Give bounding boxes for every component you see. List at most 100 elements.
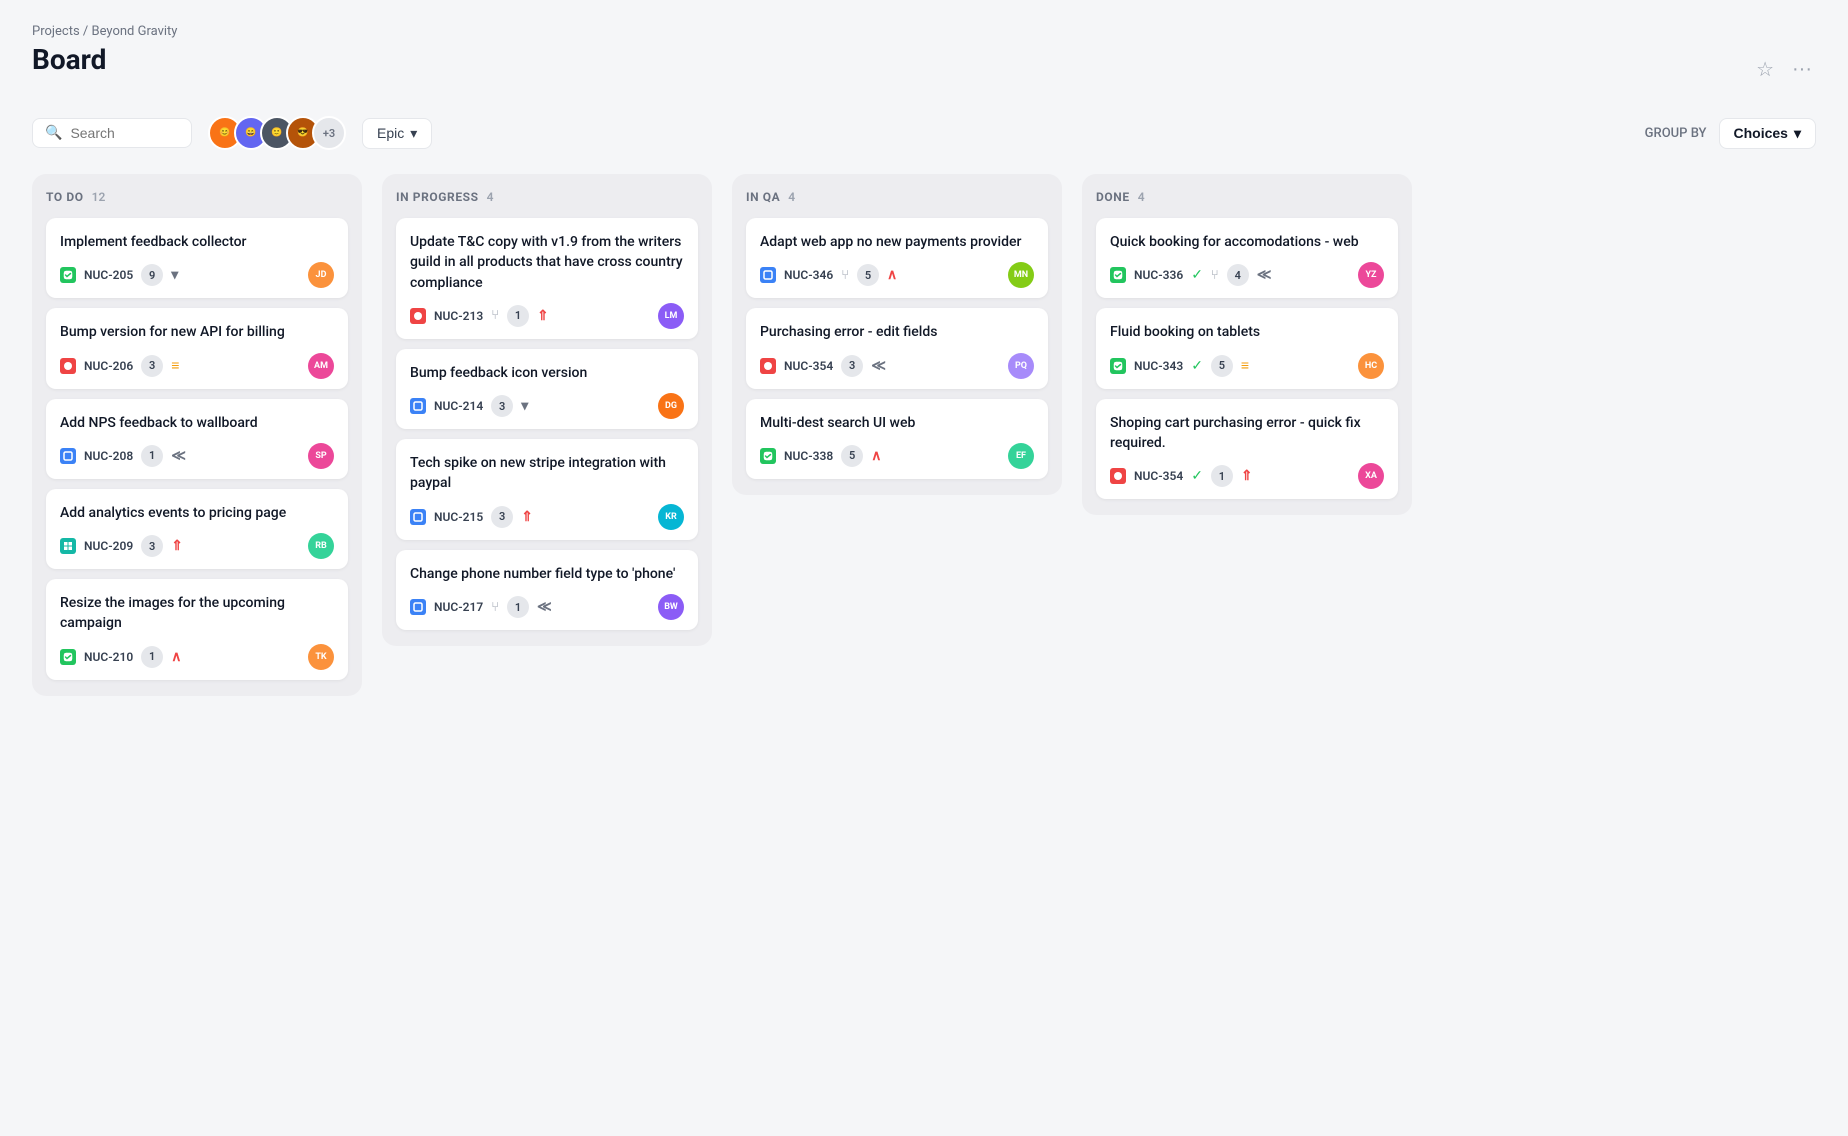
task-card[interactable]: Add NPS feedback to wallboard NUC-208 1 … (46, 399, 348, 479)
task-card[interactable]: Adapt web app no new payments provider N… (746, 218, 1048, 298)
column-count: 4 (1138, 190, 1145, 204)
tag-icon (60, 649, 76, 665)
task-card[interactable]: Purchasing error - edit fields NUC-354 3… (746, 308, 1048, 388)
tag-label: NUC-338 (784, 449, 833, 463)
card-title: Resize the images for the upcoming campa… (60, 593, 334, 634)
tag-icon (1110, 267, 1126, 283)
task-card[interactable]: Tech spike on new stripe integration wit… (396, 439, 698, 540)
branch-icon: ⑂ (1211, 268, 1219, 283)
tag-label: NUC-210 (84, 650, 133, 664)
task-card[interactable]: Change phone number field type to 'phone… (396, 550, 698, 630)
branch-icon: ⑂ (841, 268, 849, 283)
chevron-down-icon: ▾ (1794, 125, 1801, 142)
priority-icon: ≪ (871, 358, 886, 374)
assignee-avatar: BW (658, 594, 684, 620)
assignee-avatar: KR (658, 504, 684, 530)
assignee-avatar: LM (658, 303, 684, 329)
assignee-avatar: YZ (1358, 262, 1384, 288)
task-card[interactable]: Fluid booking on tablets NUC-343 ✓ 5 ≡ H… (1096, 308, 1398, 388)
card-title: Tech spike on new stripe integration wit… (410, 453, 684, 494)
tag-label: NUC-213 (434, 309, 483, 323)
more-button[interactable]: ··· (1788, 54, 1816, 85)
choices-label: Choices (1734, 125, 1788, 141)
task-card[interactable]: Update T&C copy with v1.9 from the write… (396, 218, 698, 339)
count-badge: 1 (141, 445, 163, 467)
priority-icon: ▾ (171, 267, 178, 283)
search-icon: 🔍 (45, 125, 62, 141)
tag-label: NUC-354 (784, 359, 833, 373)
column-count: 12 (92, 190, 106, 204)
column-title: TO DO (46, 190, 84, 204)
avatar-more[interactable]: +3 (312, 116, 346, 150)
priority-icon: ≡ (1241, 357, 1249, 374)
tag-icon (410, 509, 426, 525)
task-card[interactable]: Bump feedback icon version NUC-214 3 ▾ D… (396, 349, 698, 429)
epic-filter-button[interactable]: Epic ▾ (362, 118, 432, 149)
tag-icon (760, 267, 776, 283)
assignee-avatar: PQ (1008, 353, 1034, 379)
tag-icon (760, 448, 776, 464)
search-input[interactable] (70, 125, 179, 141)
count-badge: 3 (141, 355, 163, 377)
tag-icon (410, 308, 426, 324)
assignee-avatar: HC (1358, 353, 1384, 379)
tag-icon (760, 358, 776, 374)
priority-icon: ▾ (521, 398, 528, 414)
breadcrumb: Projects / Beyond Gravity (32, 24, 1816, 39)
count-badge: 5 (841, 445, 863, 467)
branch-icon: ⑂ (491, 308, 499, 323)
card-title: Bump version for new API for billing (60, 322, 334, 342)
group-by-label: GROUP BY (1645, 126, 1707, 141)
kanban-board: TO DO 12 Implement feedback collector NU… (32, 174, 1816, 696)
card-title: Purchasing error - edit fields (760, 322, 1034, 342)
search-box[interactable]: 🔍 (32, 118, 192, 148)
task-card[interactable]: Bump version for new API for billing NUC… (46, 308, 348, 388)
task-card[interactable]: Multi-dest search UI web NUC-338 5 ∧ EF (746, 399, 1048, 479)
column-inqa: IN QA 4 Adapt web app no new payments pr… (732, 174, 1062, 495)
tag-icon (1110, 358, 1126, 374)
column-todo: TO DO 12 Implement feedback collector NU… (32, 174, 362, 696)
tag-label: NUC-336 (1134, 268, 1183, 282)
tag-label: NUC-209 (84, 539, 133, 553)
task-card[interactable]: Quick booking for accomodations - web NU… (1096, 218, 1398, 298)
tag-label: NUC-206 (84, 359, 133, 373)
assignee-avatar: XA (1358, 463, 1384, 489)
choices-button[interactable]: Choices ▾ (1719, 118, 1817, 149)
tag-icon (60, 538, 76, 554)
tag-icon (410, 398, 426, 414)
card-title: Add analytics events to pricing page (60, 503, 334, 523)
priority-icon: ⇑ (521, 509, 533, 525)
card-title: Adapt web app no new payments provider (760, 232, 1034, 252)
column-inprogress: IN PROGRESS 4 Update T&C copy with v1.9 … (382, 174, 712, 646)
count-badge: 1 (507, 596, 529, 618)
chevron-down-icon: ▾ (410, 125, 417, 142)
tag-label: NUC-208 (84, 449, 133, 463)
count-badge: 3 (841, 355, 863, 377)
page-title: Board (32, 43, 106, 76)
task-card[interactable]: Implement feedback collector NUC-205 9 ▾… (46, 218, 348, 298)
count-badge: 9 (141, 264, 163, 286)
task-card[interactable]: Resize the images for the upcoming campa… (46, 579, 348, 680)
tag-label: NUC-214 (434, 399, 483, 413)
priority-icon: ∧ (171, 649, 181, 665)
priority-icon: ∧ (887, 267, 897, 283)
task-card[interactable]: Add analytics events to pricing page NUC… (46, 489, 348, 569)
card-title: Add NPS feedback to wallboard (60, 413, 334, 433)
count-badge: 1 (141, 646, 163, 668)
tag-icon (410, 599, 426, 615)
column-title: IN PROGRESS (396, 190, 479, 204)
count-badge: 5 (857, 264, 879, 286)
priority-icon: ≪ (1257, 267, 1272, 283)
assignee-avatar: SP (308, 443, 334, 469)
tag-label: NUC-217 (434, 600, 483, 614)
tag-icon (60, 267, 76, 283)
priority-icon: ∧ (871, 448, 881, 464)
star-button[interactable]: ☆ (1752, 53, 1778, 86)
count-badge: 1 (1211, 465, 1233, 487)
tag-label: NUC-354 (1134, 469, 1183, 483)
tag-label: NUC-215 (434, 510, 483, 524)
task-card[interactable]: Shoping cart purchasing error - quick fi… (1096, 399, 1398, 500)
card-title: Implement feedback collector (60, 232, 334, 252)
card-title: Change phone number field type to 'phone… (410, 564, 684, 584)
priority-icon: ⇑ (1241, 468, 1253, 484)
